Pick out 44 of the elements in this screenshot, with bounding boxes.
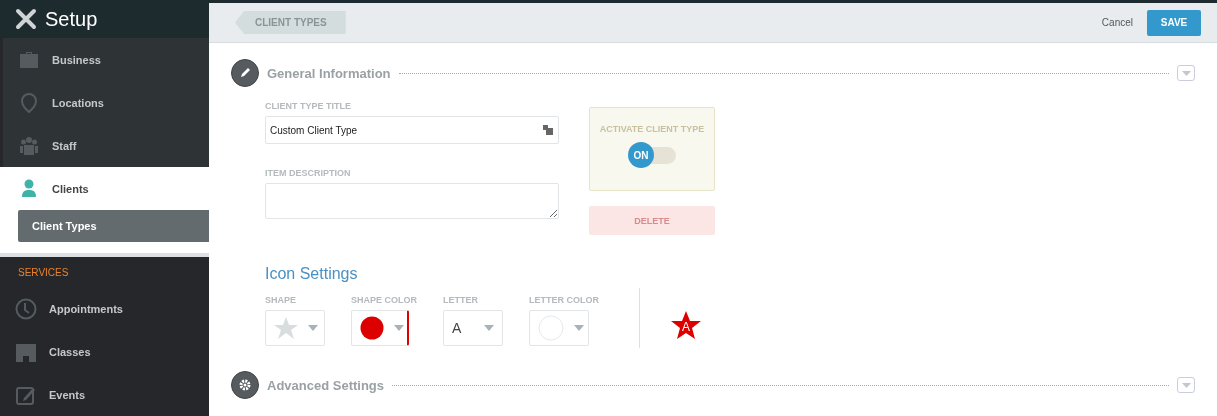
sidebar-item[interactable]: Appointments bbox=[0, 287, 209, 330]
star-preview-icon: A bbox=[670, 310, 702, 340]
app-title: Setup bbox=[45, 7, 98, 31]
letter-value: A bbox=[452, 320, 463, 336]
caret-icon bbox=[308, 325, 318, 331]
input-field[interactable]: Custom Client Type bbox=[265, 116, 559, 144]
gear-icon bbox=[231, 371, 259, 399]
pencil-icon bbox=[231, 59, 259, 87]
edit-icon bbox=[16, 384, 36, 405]
section-title: General Information bbox=[267, 65, 391, 81]
field-label: ITEM DESCRIPTION bbox=[265, 168, 352, 180]
caret-icon bbox=[1181, 382, 1191, 388]
sidebar-item[interactable]: Locations bbox=[3, 81, 209, 124]
field-label: LETTER COLOR bbox=[529, 295, 599, 307]
caret-icon bbox=[574, 325, 584, 331]
field-label: CLIENT TYPE TITLE bbox=[265, 101, 352, 113]
sidebar-subitem[interactable]: Client Types bbox=[18, 210, 209, 242]
section-title: Advanced Settings bbox=[267, 377, 385, 393]
person-icon bbox=[21, 179, 37, 198]
description-field[interactable] bbox=[265, 183, 559, 219]
field-label: SHAPE bbox=[265, 295, 297, 307]
section-heading: SERVICES bbox=[17, 265, 70, 280]
map-pin-icon bbox=[21, 92, 37, 113]
clock-icon bbox=[15, 297, 37, 320]
caret-icon bbox=[1181, 70, 1191, 76]
dropdown[interactable] bbox=[351, 310, 409, 346]
field-label: SHAPE COLOR bbox=[351, 295, 417, 307]
people-icon bbox=[20, 135, 38, 156]
dropdown[interactable]: A bbox=[443, 310, 503, 346]
caret-icon bbox=[394, 325, 404, 331]
sidebar-item[interactable]: Business bbox=[3, 38, 209, 81]
caret-icon bbox=[484, 325, 494, 331]
sidebar-item[interactable]: Events bbox=[0, 373, 209, 416]
sidebar-item[interactable]: Staff bbox=[3, 124, 209, 167]
collapse-button[interactable] bbox=[1177, 65, 1195, 81]
activate-label: ACTIVATE CLIENT TYPE bbox=[599, 124, 705, 134]
briefcase-icon bbox=[19, 50, 39, 69]
building-icon bbox=[16, 341, 36, 362]
cancel-link[interactable]: Cancel bbox=[1101, 17, 1133, 28]
sidebar-item[interactable]: Clients bbox=[0, 167, 209, 210]
sidebar-item[interactable]: Classes bbox=[0, 330, 209, 373]
section-title: Icon Settings bbox=[265, 265, 359, 283]
field-label: LETTER bbox=[443, 295, 479, 307]
collapse-button[interactable] bbox=[1177, 377, 1195, 393]
